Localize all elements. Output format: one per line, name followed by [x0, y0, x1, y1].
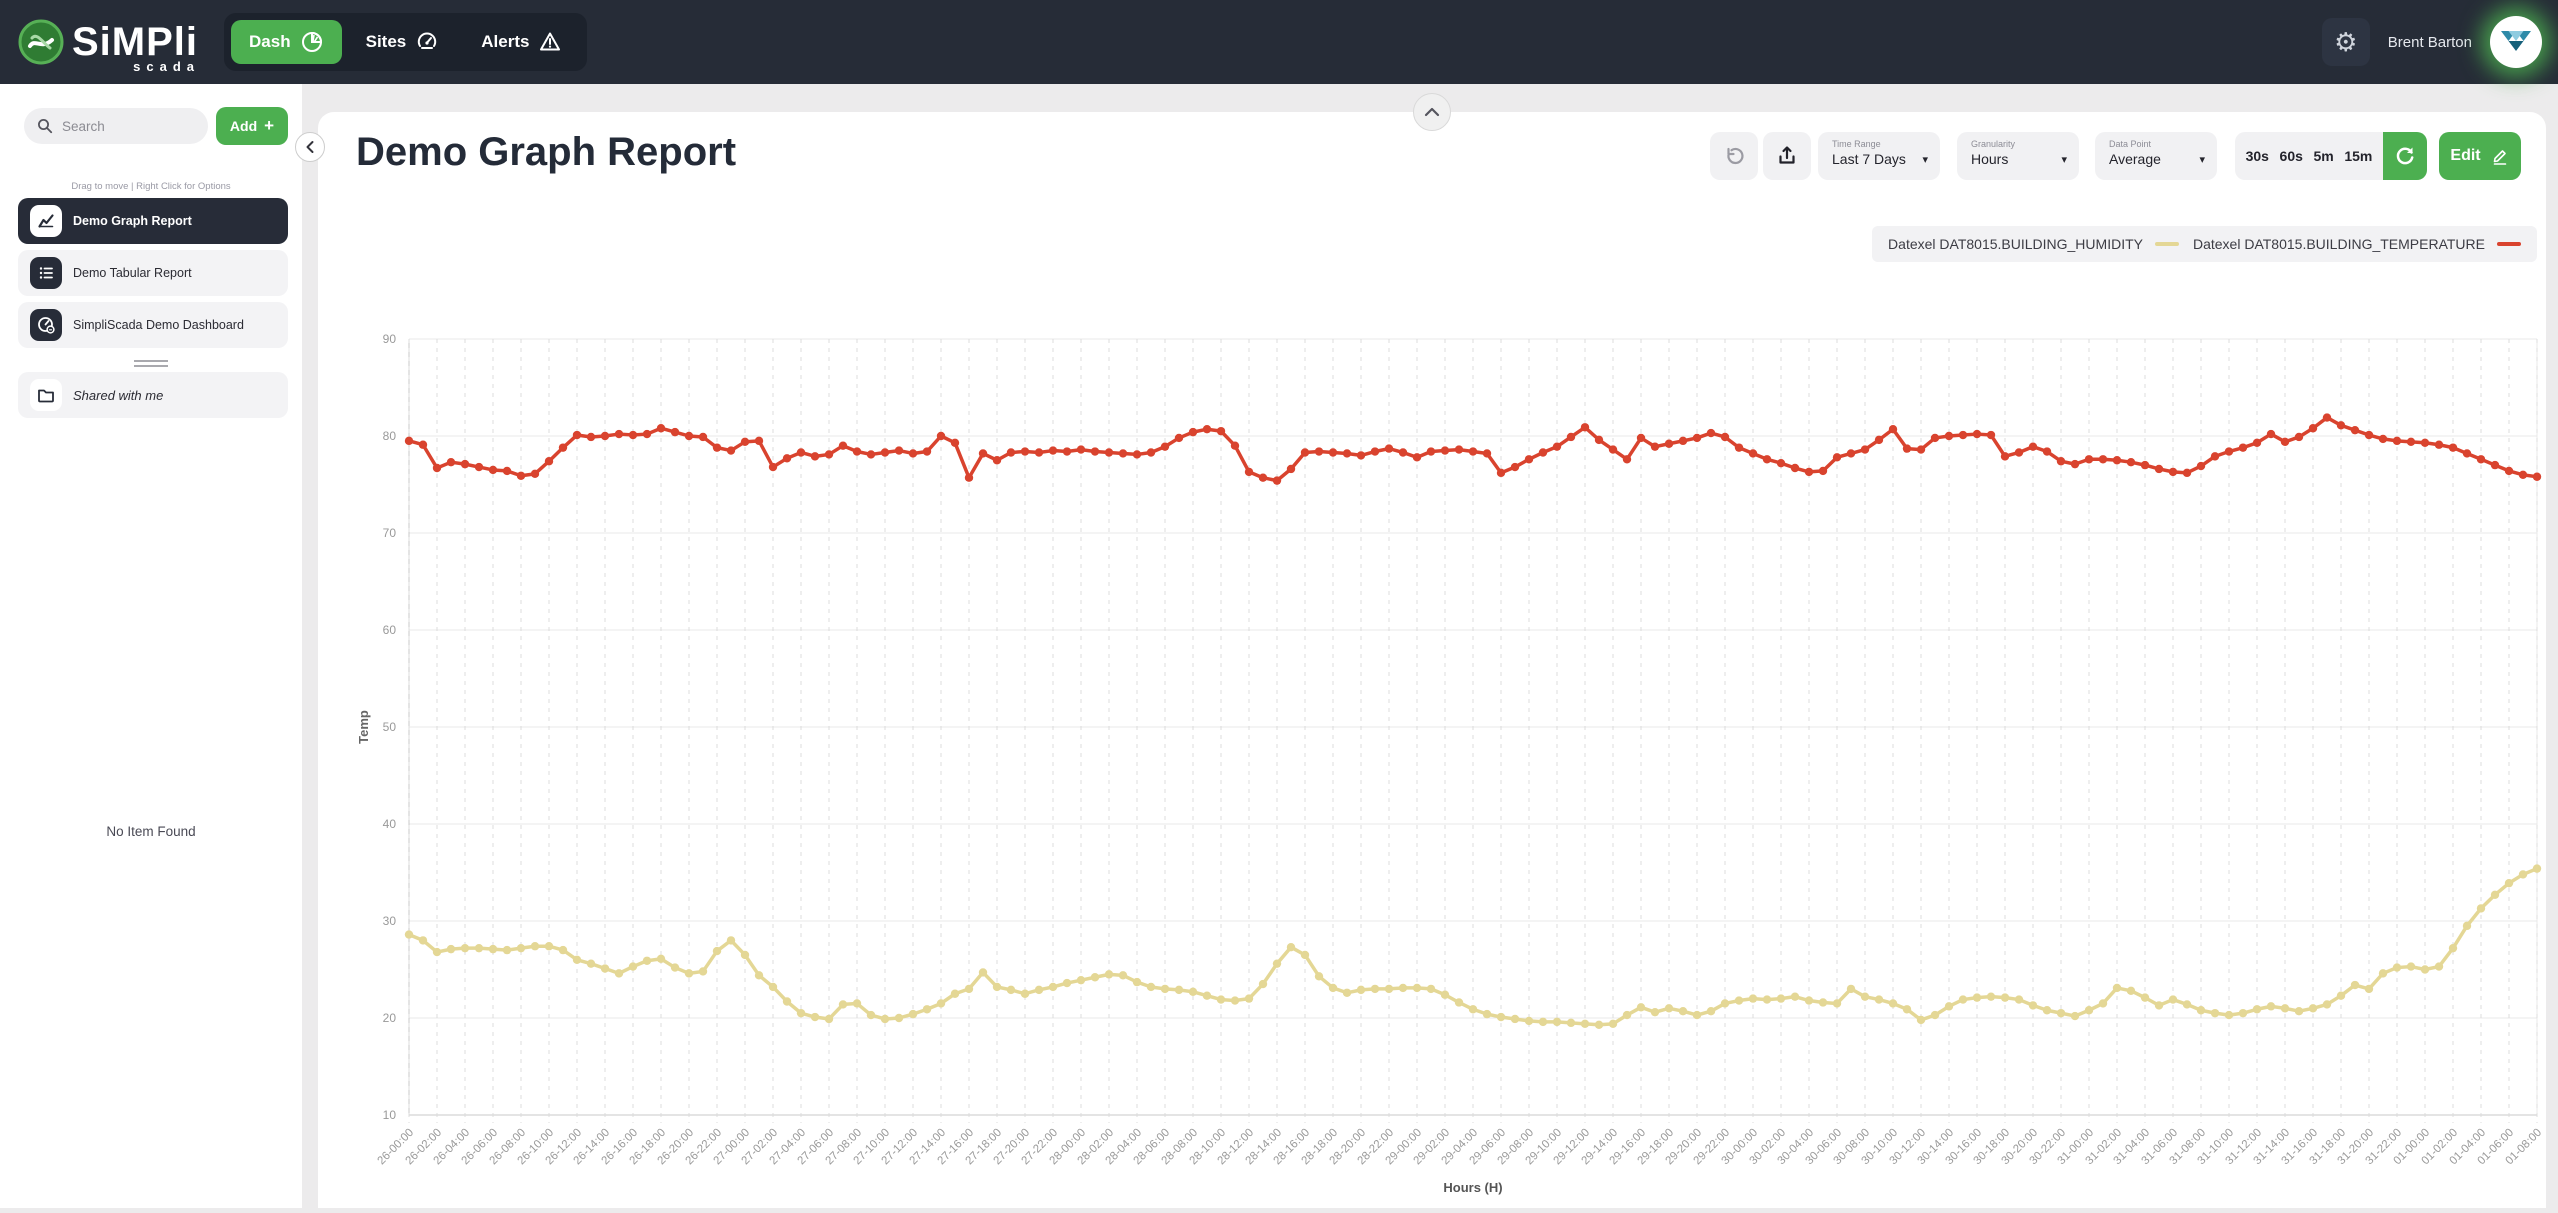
undo-button[interactable]	[1710, 132, 1758, 180]
avatar[interactable]	[2490, 16, 2542, 68]
search-input[interactable]: Search	[24, 108, 208, 144]
chevron-down-icon: ▾	[2061, 153, 2067, 166]
svg-text:80: 80	[383, 429, 397, 443]
panel-collapse-button[interactable]	[1413, 93, 1451, 131]
navbar-right: ⚙ Brent Barton	[2321, 16, 2558, 68]
page-title: Demo Graph Report	[356, 130, 737, 174]
line-chart-icon	[30, 205, 62, 237]
chevron-up-icon	[1424, 107, 1440, 117]
pencil-icon	[2493, 150, 2506, 165]
sidebar-hint: Drag to move | Right Click for Options	[71, 181, 231, 192]
tab-sites-label: Sites	[365, 32, 407, 51]
svg-text:40: 40	[383, 817, 397, 831]
search-icon	[38, 119, 53, 134]
legend-item-temperature[interactable]: Datexel DAT8015.BUILDING_TEMPERATURE	[2193, 236, 2521, 252]
sidebar-item-simpliscada-demo-dashboard[interactable]: SimpliScada Demo Dashboard	[18, 302, 288, 348]
chevron-down-icon: ▾	[1922, 153, 1928, 166]
refresh-interval-group: 30s 60s 5m 15m	[2235, 132, 2383, 180]
sidebar-item-label: Shared with me	[73, 387, 164, 403]
legend-item-humidity[interactable]: Datexel DAT8015.BUILDING_HUMIDITY	[1888, 236, 2179, 252]
interval-60s-button[interactable]: 60s	[2280, 148, 2303, 164]
legend-label: Datexel DAT8015.BUILDING_TEMPERATURE	[2192, 236, 2485, 252]
chart-canvas: 90807060504030201026-00:0026-02:0026-04:…	[356, 332, 2544, 1195]
svg-text:60: 60	[383, 623, 397, 637]
edit-button-label: Edit	[2450, 147, 2481, 164]
sidebar-drag-handle[interactable]	[134, 360, 168, 367]
export-icon	[1779, 146, 1795, 164]
svg-text:20: 20	[383, 1011, 397, 1025]
line-chart[interactable]: 90 80 70 60 50 40 30 20 10 26-00:00 26-02:00 26-04:…	[318, 302, 2546, 1208]
refresh-button[interactable]	[2383, 132, 2427, 180]
temperature-swatch	[2497, 242, 2521, 246]
time-range-value: Last 7 Days	[1832, 151, 1906, 167]
granularity-label: Granularity	[1971, 139, 2016, 149]
brand-text: SiMPli scada	[72, 20, 199, 74]
top-navbar: SiMPli scada Dash Sites Alerts ⚙ Brent B…	[0, 0, 2558, 84]
interval-5m-button[interactable]: 5m	[2314, 148, 2334, 164]
chevron-down-icon: ▾	[2199, 153, 2205, 166]
gauge-icon	[418, 32, 437, 49]
data-point-select[interactable]: Data Point Average ▾	[2095, 132, 2217, 180]
pie-chart-icon	[301, 31, 322, 52]
undo-icon	[1727, 147, 1744, 165]
brand-name: SiMPli	[72, 20, 199, 64]
tab-dash[interactable]: Dash	[231, 20, 342, 64]
granularity-value: Hours	[1971, 151, 2009, 167]
time-range-select[interactable]: Time Range Last 7 Days ▾	[1818, 132, 1940, 180]
granularity-select[interactable]: Granularity Hours ▾	[1957, 132, 2079, 180]
chart-legend: Datexel DAT8015.BUILDING_HUMIDITY Datexe…	[1872, 226, 2537, 262]
time-range-label: Time Range	[1832, 139, 1881, 149]
svg-text:Temp: Temp	[356, 710, 371, 744]
interval-30s-button[interactable]: 30s	[2246, 148, 2269, 164]
humidity-swatch	[2154, 242, 2179, 246]
tab-alerts-label: Alerts	[481, 32, 530, 51]
chevron-left-icon	[306, 141, 314, 153]
app-page: SiMPli scada Dash Sites Alerts ⚙ Brent B…	[0, 0, 2558, 1208]
add-button-label: Add	[229, 118, 258, 134]
svg-text:90: 90	[383, 332, 397, 346]
svg-text:30: 30	[383, 914, 397, 928]
folder-icon	[30, 379, 62, 411]
warning-triangle-icon	[540, 32, 561, 51]
refresh-icon	[2396, 147, 2414, 165]
data-point-value: Average	[2109, 151, 2161, 167]
sidebar-item-label: Demo Tabular Report	[73, 266, 192, 280]
sidebar-item-demo-graph-report[interactable]: Demo Graph Report	[18, 198, 288, 244]
report-card: Demo Graph Report Time Range Last 7 Days…	[318, 112, 2546, 1208]
gear-icon: ⚙	[2334, 26, 2358, 57]
empty-state-text: No Item Found	[106, 824, 196, 839]
sidebar-item-demo-tabular-report[interactable]: Demo Tabular Report	[18, 250, 288, 296]
search-placeholder: Search	[62, 118, 105, 134]
user-name: Brent Barton	[2387, 33, 2472, 51]
legend-label: Datexel DAT8015.BUILDING_HUMIDITY	[1888, 236, 2143, 252]
svg-text:10: 10	[383, 1108, 397, 1122]
plus-icon: +	[264, 116, 275, 135]
sidebar-item-shared-with-me[interactable]: Shared with me	[18, 372, 288, 418]
brand-logo[interactable]: SiMPli scada	[18, 19, 199, 74]
dashboard-gauge-icon	[30, 309, 62, 341]
edit-button[interactable]: Edit	[2439, 132, 2521, 180]
main-nav: Dash Sites Alerts	[224, 13, 588, 71]
sidebar-item-label: Demo Graph Report	[73, 214, 192, 228]
simpliscada-logo-icon	[18, 19, 64, 65]
svg-text:Hours (H): Hours (H)	[1443, 1180, 1502, 1195]
add-button[interactable]: Add +	[216, 107, 288, 145]
sidebar-collapse-button[interactable]	[295, 132, 325, 162]
tab-dash-label: Dash	[249, 32, 291, 51]
svg-text:50: 50	[383, 720, 397, 734]
avatar-logo-icon	[2501, 31, 2531, 51]
svg-text:70: 70	[383, 526, 397, 540]
tab-alerts[interactable]: Alerts	[463, 20, 580, 64]
sidebar-item-label: SimpliScada Demo Dashboard	[73, 318, 244, 332]
brand-subtitle: scada	[133, 59, 201, 74]
export-button[interactable]	[1763, 132, 1811, 180]
tab-sites[interactable]: Sites	[348, 20, 458, 64]
settings-button[interactable]: ⚙	[2321, 18, 2370, 66]
sidebar: Search Add + Drag to move | Right Click …	[0, 84, 302, 1208]
table-list-icon	[30, 257, 62, 289]
data-point-label: Data Point	[2109, 139, 2152, 149]
interval-15m-button[interactable]: 15m	[2344, 148, 2372, 164]
